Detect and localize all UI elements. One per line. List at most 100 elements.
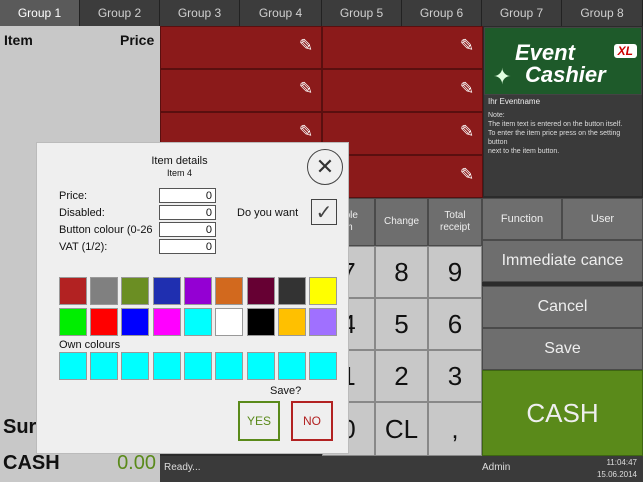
price-input[interactable]: 0 — [159, 188, 216, 203]
own-colour-swatch[interactable] — [121, 352, 149, 380]
status-user: Admin — [482, 462, 511, 473]
own-colour-swatch[interactable] — [153, 352, 181, 380]
key-2[interactable]: 2 — [375, 350, 428, 402]
own-colour-swatch[interactable] — [184, 352, 212, 380]
colour-swatch[interactable] — [278, 308, 306, 336]
colour-swatch[interactable] — [215, 308, 243, 336]
tab-group-5[interactable]: Group 5 — [322, 0, 402, 26]
key-5[interactable]: 5 — [375, 298, 428, 350]
pencil-icon[interactable]: ✎ — [297, 37, 315, 55]
item-button[interactable]: ✎ — [322, 26, 483, 69]
tab-group-3[interactable]: Group 3 — [160, 0, 240, 26]
cash-total-value: 0.00 — [117, 452, 156, 474]
no-button[interactable]: NO — [291, 401, 333, 441]
yes-button[interactable]: YES — [238, 401, 280, 441]
colour-swatch[interactable] — [278, 277, 306, 305]
colour-swatch[interactable] — [90, 277, 118, 305]
key-label: 3 — [447, 360, 463, 391]
vat-input[interactable]: 0 — [159, 239, 216, 254]
checkbox-checked-icon[interactable]: ✓ — [311, 199, 337, 225]
tab-label: Group 3 — [177, 6, 222, 20]
tab-label: Group 1 — [17, 6, 62, 20]
own-colour-swatch[interactable] — [309, 352, 337, 380]
key-label: , — [451, 413, 459, 444]
colour-swatch[interactable] — [59, 308, 87, 336]
note-panel: Note: The item text is entered on the bu… — [484, 108, 642, 196]
key-8[interactable]: 8 — [375, 246, 428, 298]
yes-label: YES — [246, 414, 271, 428]
tab-group-1[interactable]: Group 1 — [0, 0, 80, 26]
own-colour-swatch[interactable] — [215, 352, 243, 380]
status-bar: Ready... Admin 11:04:47 15.06.2014 — [160, 456, 643, 482]
user-button[interactable]: User — [562, 198, 643, 240]
key-6[interactable]: 6 — [428, 298, 482, 350]
colour-swatch[interactable] — [184, 277, 212, 305]
sparkle-icon: ✦ — [493, 64, 512, 89]
save-label: Save — [544, 340, 581, 357]
close-icon[interactable]: ✕ — [307, 149, 343, 185]
change-button[interactable]: Change — [375, 198, 428, 246]
colour-swatch[interactable] — [153, 277, 181, 305]
logo-badge: XL — [613, 44, 637, 58]
pencil-icon[interactable]: ✎ — [458, 80, 476, 98]
colour-swatch[interactable] — [215, 277, 243, 305]
cancel-button[interactable]: Cancel — [482, 286, 643, 328]
pencil-icon[interactable]: ✎ — [458, 123, 476, 141]
item-details-dialog: Item details Item 4 ✕ Price: 0 Disabled:… — [36, 142, 349, 454]
button-colour-input[interactable]: 0 — [159, 222, 216, 237]
tab-label: Group 5 — [339, 6, 384, 20]
own-colour-swatch[interactable] — [90, 352, 118, 380]
no-label: NO — [303, 414, 321, 428]
key-clear[interactable]: CL — [375, 402, 428, 456]
tab-label: Group 8 — [580, 6, 624, 20]
pencil-icon[interactable]: ✎ — [458, 37, 476, 55]
key-label: 8 — [394, 256, 409, 287]
colour-swatch[interactable] — [121, 277, 149, 305]
pencil-icon[interactable]: ✎ — [297, 80, 315, 98]
pencil-icon[interactable]: ✎ — [458, 166, 476, 184]
key-9[interactable]: 9 — [428, 246, 482, 298]
save-button[interactable]: Save — [482, 328, 643, 370]
status-date: 15.06.2014 — [596, 470, 637, 479]
function-label: Function — [500, 213, 544, 225]
item-button[interactable]: ✎ — [160, 69, 322, 112]
button-label: receipt — [439, 222, 470, 233]
tab-group-4[interactable]: Group 4 — [240, 0, 322, 26]
tab-group-2[interactable]: Group 2 — [80, 0, 160, 26]
dialog-title: Item details — [151, 155, 208, 167]
price-label: Price: — [59, 190, 88, 202]
colour-swatch[interactable] — [90, 308, 118, 336]
colour-swatch[interactable] — [309, 277, 337, 305]
tab-group-6[interactable]: Group 6 — [402, 0, 482, 26]
own-colour-swatch[interactable] — [278, 352, 306, 380]
pencil-icon[interactable]: ✎ — [297, 123, 315, 141]
disabled-input[interactable]: 0 — [159, 205, 216, 220]
key-comma[interactable]: , — [428, 402, 482, 456]
tab-label: Group 6 — [419, 6, 464, 20]
tab-label: Group 2 — [97, 6, 142, 20]
own-colour-swatch[interactable] — [247, 352, 275, 380]
key-label: 5 — [394, 308, 409, 339]
total-receipt-button[interactable]: Total receipt — [428, 198, 482, 246]
item-button[interactable]: ✎ — [160, 26, 322, 69]
colour-swatch[interactable] — [184, 308, 212, 336]
key-label: 9 — [447, 256, 463, 287]
colour-swatch[interactable] — [153, 308, 181, 336]
colour-swatch[interactable] — [247, 277, 275, 305]
colour-swatch[interactable] — [309, 308, 337, 336]
colour-swatch[interactable] — [59, 277, 87, 305]
item-button[interactable]: ✎ — [322, 69, 483, 112]
colour-swatch[interactable] — [121, 308, 149, 336]
cash-button[interactable]: CASH — [482, 370, 643, 456]
event-name: Ihr Eventname — [484, 95, 642, 108]
colour-swatch[interactable] — [247, 308, 275, 336]
function-button[interactable]: Function — [482, 198, 562, 240]
cash-label: CASH — [3, 452, 60, 474]
own-colours-label: Own colours — [59, 339, 121, 351]
tab-group-7[interactable]: Group 7 — [482, 0, 562, 26]
key-label: 2 — [394, 360, 409, 391]
own-colour-swatch[interactable] — [59, 352, 87, 380]
tab-group-8[interactable]: Group 8 — [562, 0, 643, 26]
immediate-cancel-button[interactable]: Immediate cance — [482, 240, 643, 282]
key-3[interactable]: 3 — [428, 350, 482, 402]
